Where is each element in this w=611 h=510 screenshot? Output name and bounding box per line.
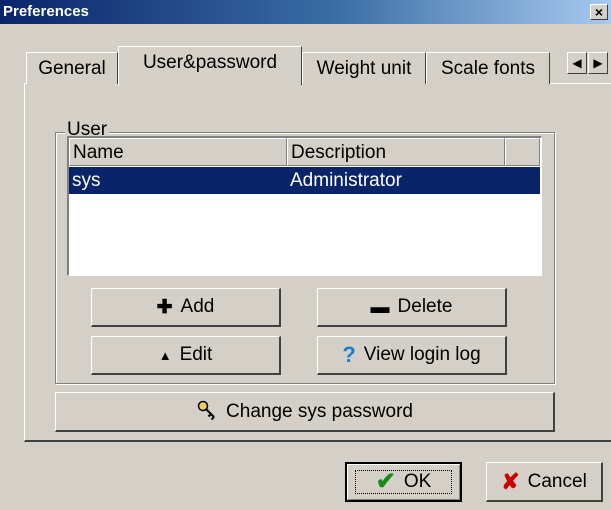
help-icon: ?	[342, 342, 356, 367]
edit-user-button[interactable]: ▲ Edit	[91, 336, 281, 375]
window-title: Preferences	[3, 3, 89, 20]
arrow-right-icon: ▶	[593, 56, 603, 70]
cancel-label: Cancel	[527, 470, 587, 492]
column-header-name[interactable]: Name	[69, 138, 287, 166]
title-bar: Preferences ×	[0, 0, 611, 24]
delete-user-label: Delete	[397, 296, 453, 317]
triangle-up-icon: ▲	[158, 347, 172, 363]
column-name-label: Name	[73, 142, 124, 163]
delete-user-button[interactable]: ▬ Delete	[317, 288, 507, 327]
close-button[interactable]: ×	[590, 4, 608, 20]
ok-label: OK	[403, 471, 432, 492]
tab-weight-unit-label: Weight unit	[316, 58, 412, 79]
add-user-button[interactable]: ✚ Add	[91, 288, 281, 327]
column-header-description[interactable]: Description	[287, 138, 505, 166]
tab-user-password[interactable]: User&password	[118, 46, 302, 85]
ok-button[interactable]: ✔ OK	[345, 462, 462, 502]
tab-general-label: General	[38, 58, 106, 79]
column-header-filler	[505, 138, 540, 166]
minus-icon: ▬	[370, 296, 390, 318]
tab-scale-fonts-label: Scale fonts	[441, 58, 535, 79]
check-icon: ✔	[375, 468, 396, 495]
key-icon	[196, 399, 218, 425]
tab-scale-fonts[interactable]: Scale fonts	[426, 52, 550, 84]
user-list-header: Name Description	[69, 138, 540, 166]
table-row[interactable]: sys Administrator	[69, 167, 540, 194]
add-user-label: Add	[180, 296, 215, 317]
tab-scroll-left-button[interactable]: ◀	[567, 52, 587, 74]
tab-user-password-label: User&password	[142, 52, 278, 73]
x-icon: ✘	[501, 468, 520, 494]
plus-icon: ✚	[156, 296, 173, 318]
tab-scroll-right-button[interactable]: ▶	[588, 52, 608, 74]
tab-weight-unit[interactable]: Weight unit	[302, 52, 426, 84]
user-list[interactable]: Name Description sys Administrator	[67, 136, 542, 276]
column-description-label: Description	[291, 142, 387, 163]
user-description-cell: Administrator	[290, 170, 402, 191]
view-login-log-button[interactable]: ? View login log	[317, 336, 507, 375]
arrow-left-icon: ◀	[572, 56, 582, 70]
user-name-cell: sys	[72, 170, 101, 191]
change-password-button[interactable]: Change sys password	[55, 392, 555, 432]
view-login-log-label: View login log	[363, 344, 481, 365]
cancel-button[interactable]: ✘ Cancel	[486, 462, 603, 502]
close-icon: ×	[594, 4, 604, 20]
edit-user-label: Edit	[179, 344, 213, 365]
tab-general[interactable]: General	[26, 52, 118, 84]
change-password-label: Change sys password	[226, 400, 413, 422]
